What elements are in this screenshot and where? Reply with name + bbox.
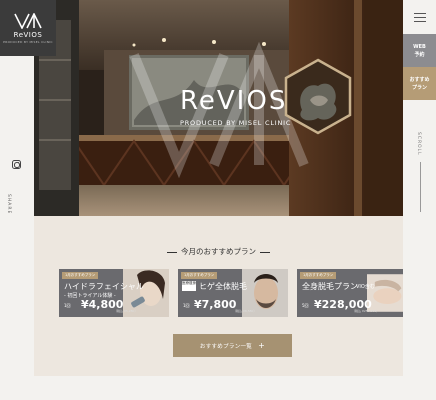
scroll-label: SCROLL — [416, 132, 421, 156]
card-plan-name: ヒゲ全体脱毛 — [199, 282, 247, 291]
recommended-plan-button[interactable]: おすすめ プラン — [403, 67, 436, 100]
footer-strip — [0, 376, 436, 400]
plan-label-1: おすすめ — [409, 76, 430, 83]
left-rail: SHARE — [0, 56, 34, 216]
plan-card-hydrafacial[interactable]: 1月おすすめプラン ハイドラフェイシャル - 初回トライアル体験 - 1回 ¥4… — [59, 269, 169, 317]
card-tax-note: （税込 ¥250,800） — [352, 309, 380, 313]
menu-line-icon — [413, 16, 426, 18]
hero-image: ReVIOS PRODUCED BY MISEL CLINIC — [34, 0, 403, 216]
web-reserve-button[interactable]: WEB 予約 — [403, 34, 436, 67]
logo-mark-icon — [14, 12, 42, 29]
card-price-prefix: 5回 — [302, 303, 309, 308]
card-tax-note: （税込 ¥5,280） — [114, 309, 138, 313]
logo-subtext: PRODUCED BY MISEL CLINIC — [3, 39, 53, 44]
share-label: SHARE — [6, 194, 11, 215]
hamburger-menu-button[interactable] — [403, 0, 436, 34]
scroll-indicator-line — [420, 162, 421, 212]
web-reserve-label-1: WEB — [413, 43, 426, 50]
card-tag: 1月おすすめプラン — [300, 272, 337, 279]
right-rail: WEB 予約 おすすめ プラン SCROLL — [403, 0, 436, 216]
hero-title: ReVIOS — [180, 86, 288, 116]
card-tag: 1月おすすめプラン — [62, 272, 99, 279]
web-reserve-label-2: 予約 — [414, 51, 425, 58]
card-tax-note: （税込 ¥8,580） — [233, 309, 257, 313]
menu-line-icon — [413, 12, 426, 14]
plan-card-beard-removal[interactable]: 1月おすすめプラン 医療痩身 ヒゲ全体脱毛 1回 ¥7,800 （税込 ¥8,5… — [178, 269, 288, 317]
card-badge: 医療痩身 — [182, 281, 196, 291]
card-tag: 1月おすすめプラン — [181, 272, 218, 279]
card-price-prefix: 1回 — [64, 303, 71, 308]
logo-text: ReVIOS — [13, 30, 43, 39]
card-plan-name: 全身脱毛プラン — [302, 282, 358, 291]
instagram-icon[interactable] — [12, 160, 21, 169]
more-button-label: おすすめプラン一覧 — [199, 343, 253, 350]
recommended-plans-section: 今月のおすすめプラン 1月おすすめプラン ハイドラフェイシャル - 初回トライア… — [34, 216, 403, 376]
section-title: 今月のおすすめプラン — [34, 246, 403, 257]
card-plan-name: ハイドラフェイシャル — [64, 282, 144, 291]
menu-line-icon — [413, 20, 426, 22]
card-price-prefix: 1回 — [183, 303, 190, 308]
title-dash — [260, 251, 270, 253]
card-plan-subtitle: VIO含む — [356, 284, 375, 290]
card-price: ¥7,800 — [194, 298, 237, 311]
title-dash — [167, 251, 177, 253]
plan-label-2: プラン — [411, 84, 427, 91]
page: ReVIOS PRODUCED BY MISEL CLINIC SHARE Re… — [0, 0, 436, 400]
plus-icon: + — [258, 340, 266, 350]
site-logo[interactable]: ReVIOS PRODUCED BY MISEL CLINIC — [0, 0, 56, 56]
view-all-plans-button[interactable]: おすすめプラン一覧 + — [173, 334, 292, 357]
section-title-text: 今月のおすすめプラン — [181, 247, 256, 256]
hero-subtitle: PRODUCED BY MISEL CLINIC — [180, 119, 292, 127]
plan-card-full-body[interactable]: 1月おすすめプラン 全身脱毛プラン VIO含む 5回 ¥228,000 （税込 … — [297, 269, 403, 317]
